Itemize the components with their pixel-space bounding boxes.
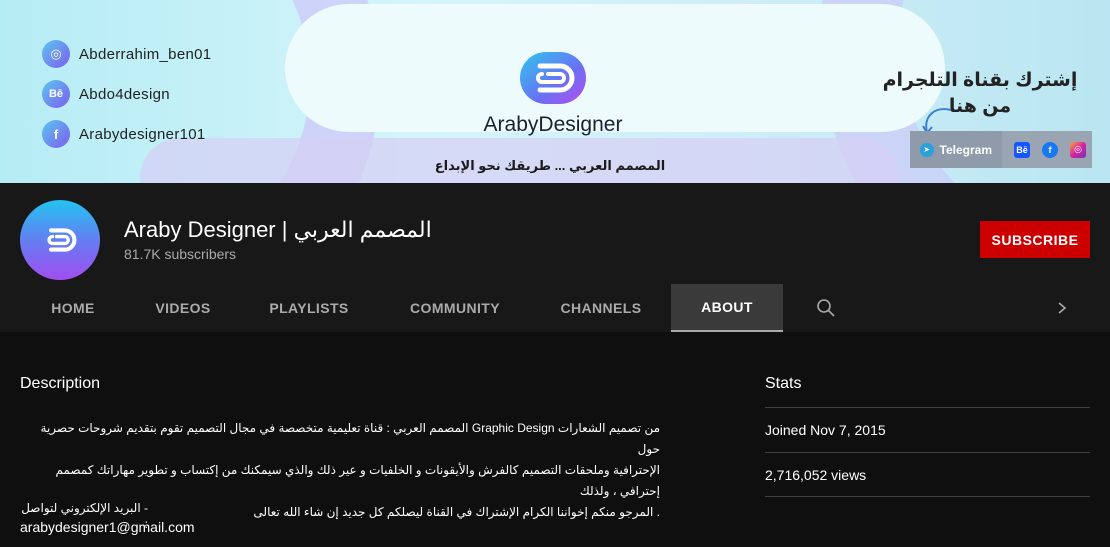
telegram-promo-text: إشترك بقناة التلجرام من هنا [880,68,1080,120]
about-section: Description من تصميم الشعارات Graphic De… [0,332,1110,547]
facebook-icon: f [42,120,70,148]
channel-header: Araby Designer | المصمم العربي 81.7K sub… [0,183,1110,284]
avatar-logo-icon [47,228,77,252]
banner-tagline: المصمم العربي ... طريقك نحو الإبداع [434,158,666,173]
telegram-button[interactable]: ➤ Telegram [910,131,1002,168]
brand-name-part1: Araby [483,113,539,136]
araby-designer-logo-icon [520,52,586,104]
banner-social-instagram: ◎ Abderrahim_ben01 [42,40,211,68]
chevron-right-icon[interactable] [1048,284,1076,332]
tab-about[interactable]: ABOUT [671,284,783,332]
channel-title: Araby Designer | المصمم العربي [124,217,432,242]
telegram-label: Telegram [939,142,992,157]
channel-avatar[interactable] [20,200,100,280]
stat-views: 2,716,052 views [765,452,1090,497]
behance-small-icon[interactable]: Bē [1014,141,1030,158]
contact-email: arabydesigner1@gmail.com [20,519,195,535]
description-heading: Description [20,375,101,392]
subscriber-count: 81.7K subscribers [124,246,237,262]
tab-community[interactable]: COMMUNITY [396,284,514,332]
tab-videos[interactable]: VIDEOS [143,284,223,332]
channel-tabs: HOME VIDEOS PLAYLISTS COMMUNITY CHANNELS… [0,284,1110,332]
subscribe-button[interactable]: SUBSCRIBE [980,221,1090,258]
behance-handle: Abdo4design [79,85,170,103]
tab-home[interactable]: HOME [36,284,110,332]
stat-joined: Joined Nov 7, 2015 [765,407,1090,452]
facebook-handle: Arabydesigner101 [79,125,206,143]
instagram-small-icon[interactable]: ◎ [1070,141,1086,158]
description-line: الإحترافية وملحقات التصميم كالفرش والأيق… [55,463,660,498]
description-line: من تصميم الشعارات Graphic Design المصمم … [40,421,660,456]
telegram-promo-line1: إشترك بقناة التلجرام [882,70,1078,91]
banner-social-behance: Bē Abdo4design [42,80,170,108]
instagram-handle: Abderrahim_ben01 [79,45,212,63]
stats-heading: Stats [765,375,802,392]
channel-banner: ◎ Abderrahim_ben01 Bē Abdo4design f Arab… [0,0,1110,183]
joined-date: Joined Nov 7, 2015 [765,422,886,438]
behance-icon: Bē [42,80,70,108]
search-icon[interactable] [810,284,842,332]
brand-name-part2: Designer [538,113,623,136]
banner-social-facebook: f Arabydesigner101 [42,120,206,148]
telegram-promo-line2: من هنا [948,96,1012,117]
tab-playlists[interactable]: PLAYLISTS [256,284,362,332]
brand-name: ArabyDesigner [440,113,666,137]
view-count: 2,716,052 views [765,466,867,483]
facebook-small-icon[interactable]: f [1042,141,1058,158]
telegram-link-bar: ➤ Telegram Bē f ◎ [910,131,1092,168]
instagram-icon: ◎ [42,40,70,68]
tab-channels[interactable]: CHANNELS [548,284,654,332]
telegram-icon: ➤ [920,142,934,157]
